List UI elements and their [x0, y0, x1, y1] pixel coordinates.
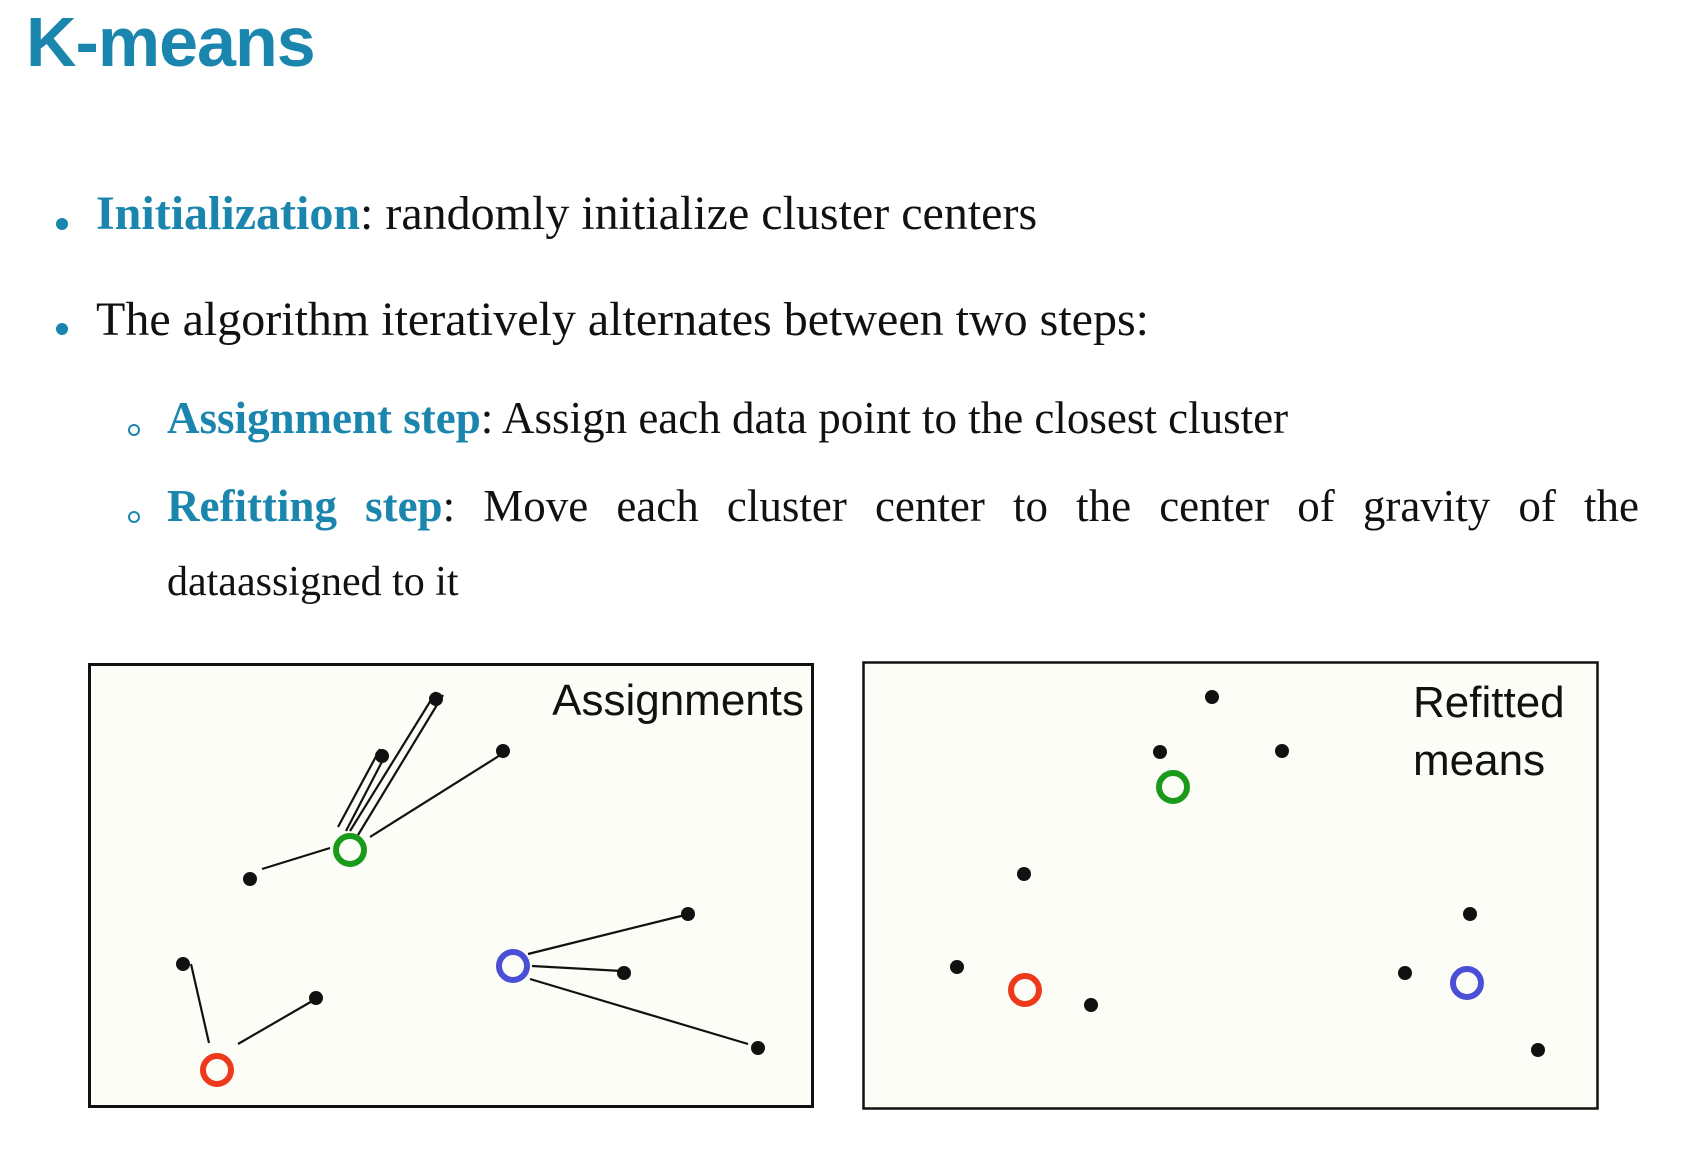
data-point	[950, 960, 964, 974]
data-point	[243, 872, 257, 886]
data-point	[429, 692, 443, 706]
data-point	[375, 749, 389, 763]
data-point	[1153, 745, 1167, 759]
refitted-means-figure: Refitted means	[862, 661, 1599, 1110]
assignments-label: Assignments	[552, 676, 804, 725]
sub-bullet-circle	[128, 511, 140, 523]
assignments-figure: Assignments	[88, 663, 814, 1108]
sub-bullet-assignment: Assignment step: Assign each data point …	[167, 392, 1288, 444]
refitting-text: : Move each cluster center to the center…	[442, 481, 1639, 531]
refitted-label-line2: means	[1413, 736, 1545, 785]
bullet-dot	[56, 323, 68, 335]
refitting-term: Refitting step	[167, 481, 443, 531]
data-point	[496, 744, 510, 758]
sub-bullet-circle	[128, 424, 140, 436]
refitted-label-line1: Refitted	[1413, 678, 1565, 727]
data-point	[1275, 744, 1289, 758]
data-point	[617, 966, 631, 980]
data-point	[1531, 1043, 1545, 1057]
data-point	[751, 1041, 765, 1055]
data-point	[681, 907, 695, 921]
data-point	[1205, 690, 1219, 704]
data-point	[176, 957, 190, 971]
data-point	[1398, 966, 1412, 980]
page-title: K-means	[26, 3, 316, 81]
data-point	[1017, 867, 1031, 881]
initialization-term: Initialization	[96, 187, 361, 240]
sub-bullet-refitting: Refitting step: Move each cluster center…	[167, 480, 1639, 532]
data-point	[309, 991, 323, 1005]
initialization-text: : randomly initialize cluster centers	[360, 187, 1038, 240]
bullet-algorithm: The algorithm iteratively alternates bet…	[96, 293, 1149, 346]
data-point	[1463, 907, 1477, 921]
bullet-initialization: Initialization: randomly initialize clus…	[96, 186, 1037, 241]
assignment-text: : Assign each data point to the closest …	[480, 393, 1289, 443]
data-point	[1084, 998, 1098, 1012]
assignment-term: Assignment step	[167, 393, 481, 443]
refitting-text-continued: dataassigned to it	[167, 559, 459, 605]
bullet-dot	[56, 218, 68, 230]
